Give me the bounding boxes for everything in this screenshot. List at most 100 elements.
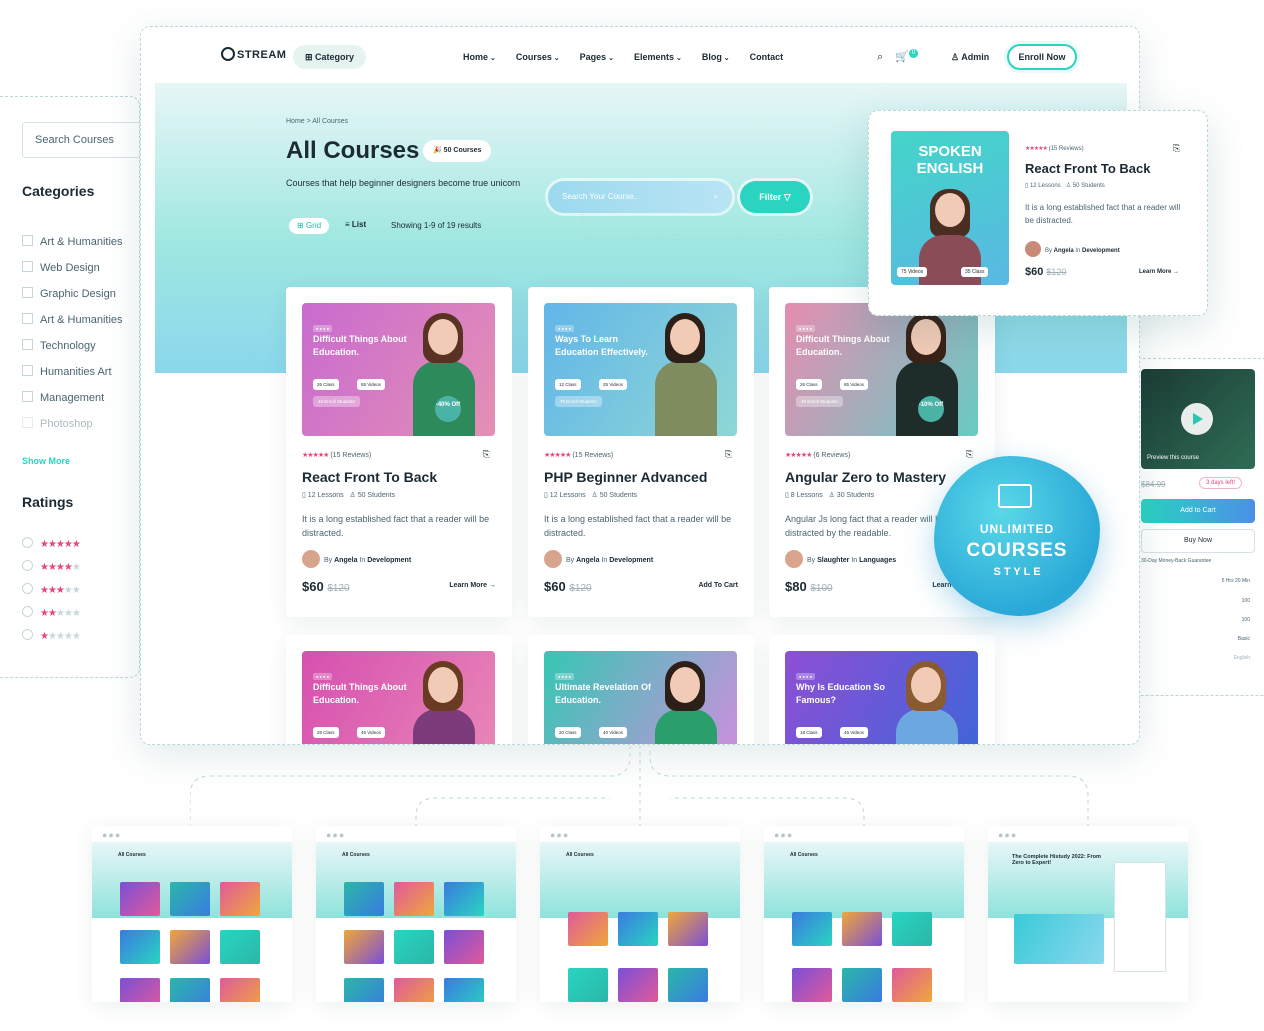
person-image <box>896 661 958 744</box>
thumb-title: All Courses <box>566 852 594 858</box>
show-more-link[interactable]: Show More <box>22 456 70 466</box>
stars: ★★★★★ <box>1025 146 1048 152</box>
grid-view-button[interactable]: ⊞ Grid <box>289 218 330 234</box>
menu-courses[interactable]: Courses <box>516 52 560 62</box>
mini-card <box>394 978 434 1002</box>
course-meta: ▯ 12 Lessons ♙ 50 Students <box>302 492 396 499</box>
bookmark-icon[interactable]: ⎘ <box>1173 143 1180 154</box>
thumb-title: Difficult Things About Education. <box>796 334 890 357</box>
buy-now-button[interactable]: Buy Now <box>1141 529 1255 553</box>
course-card[interactable]: ● ● ● ● Ultimate Revelation Of Education… <box>528 635 754 744</box>
menu-blog[interactable]: Blog <box>702 52 730 62</box>
discount-badge: -40% Off <box>435 396 461 422</box>
mini-card <box>892 912 932 946</box>
breadcrumb[interactable]: Home > All Courses <box>286 118 348 125</box>
course-card[interactable]: ● ● ● ● Ways To Learn Education Effectiv… <box>528 287 754 617</box>
course-thumbnail[interactable]: ● ● ● ● Difficult Things About Education… <box>302 303 495 436</box>
layout-thumbnail[interactable]: ●●● All Courses <box>764 826 964 1002</box>
category-item[interactable]: Art & Humanities <box>22 313 123 326</box>
course-thumbnail[interactable]: ● ● ● ● Why Is Education So Famous? 18 C… <box>785 651 978 744</box>
add-to-cart-button[interactable]: Add to Cart <box>1141 499 1255 523</box>
filter-button[interactable]: Filter ▽ <box>740 181 810 213</box>
search-courses-input[interactable]: Search Courses <box>22 122 150 158</box>
rating-5-option[interactable]: ★★★★★ <box>22 537 81 550</box>
course-thumbnail[interactable]: ● ● ● ● Difficult Things About Education… <box>785 303 978 436</box>
mini-card <box>120 882 160 916</box>
rating-1-option[interactable]: ★★★★★ <box>22 629 81 642</box>
course-thumbnail[interactable]: ● ● ● ● Ways To Learn Education Effectiv… <box>544 303 737 436</box>
category-item[interactable]: Management <box>22 391 104 404</box>
layout-thumbnail[interactable]: ●●● All Courses <box>92 826 292 1002</box>
menu-contact[interactable]: Contact <box>750 52 784 62</box>
course-title[interactable]: React Front To Back <box>302 469 437 485</box>
category-item[interactable]: Technology <box>22 339 96 352</box>
cart-icon[interactable]: 🛒 <box>895 51 909 63</box>
card-action-link[interactable]: Add To Cart <box>698 582 738 589</box>
course-count-badge: 🎉 50 Courses <box>423 140 492 162</box>
mini-card <box>618 912 658 946</box>
thumb-title: Difficult Things About Education. <box>313 334 407 357</box>
category-button[interactable]: ⊞ Category <box>293 45 367 69</box>
category-item[interactable]: Web Design <box>22 261 100 274</box>
menu-elements[interactable]: Elements <box>634 52 682 62</box>
mini-card <box>394 930 434 964</box>
mini-card <box>668 968 708 1002</box>
mini-card <box>568 968 608 1002</box>
card-action-link[interactable]: Learn More → <box>449 582 496 589</box>
category-item[interactable]: Humanities Art <box>22 365 112 378</box>
enroll-students-chip: 40 Enroll Students <box>313 396 360 407</box>
logo[interactable]: STREAM <box>221 47 286 61</box>
menu-home[interactable]: Home <box>463 52 496 62</box>
date-tag: ● ● ● ● <box>555 325 574 332</box>
category-item[interactable]: Photoshop <box>22 417 93 430</box>
admin-link[interactable]: ♙ Admin <box>951 52 989 63</box>
layout-thumbnail[interactable]: ●●● All Courses <box>540 826 740 1002</box>
course-card[interactable]: ● ● ● ● Why Is Education So Famous? 18 C… <box>769 635 995 744</box>
filter-sidebar: Search Courses Categories Art & Humaniti… <box>0 96 150 678</box>
category-item[interactable]: Graphic Design <box>22 287 116 300</box>
rating-2-option[interactable]: ★★★★★ <box>22 606 81 619</box>
thumb-title: All Courses <box>342 852 370 858</box>
enroll-now-button[interactable]: Enroll Now <box>1007 44 1077 70</box>
mini-card <box>792 912 832 946</box>
list-view-button[interactable]: ≡ List <box>345 220 366 229</box>
layout-thumbnail[interactable]: ●●● All Courses <box>316 826 516 1002</box>
person-face <box>935 193 965 227</box>
bookmark-icon[interactable]: ⎘ <box>483 449 490 460</box>
date-tag: ● ● ● ● <box>796 673 815 680</box>
rating-4-option[interactable]: ★★★★★ <box>22 560 81 573</box>
video-preview[interactable]: Preview this course <box>1141 369 1255 469</box>
date-tag: ● ● ● ● <box>796 325 815 332</box>
popup-title[interactable]: React Front To Back <box>1025 161 1150 176</box>
videos-chip: 65 Videos <box>357 379 385 390</box>
category-item[interactable]: Art & Humanities <box>22 235 123 248</box>
course-popup-card[interactable]: SPOKEN ENGLISH 75 Videos 35 Class ★★★★★ … <box>868 110 1208 316</box>
enroll-students-chip: 75 Enroll Students <box>555 396 602 407</box>
filter-icon: ▽ <box>783 192 791 202</box>
play-icon[interactable] <box>1181 403 1213 435</box>
learn-more-link[interactable]: Learn More → <box>1139 269 1179 275</box>
course-thumbnail[interactable]: ● ● ● ● Difficult Things About Education… <box>302 651 495 744</box>
course-card[interactable]: ● ● ● ● Difficult Things About Education… <box>286 287 512 617</box>
mini-card <box>220 882 260 916</box>
menu-pages[interactable]: Pages <box>580 52 614 62</box>
bookmark-icon[interactable]: ⎘ <box>725 449 732 460</box>
rating-3-option[interactable]: ★★★★★ <box>22 583 81 596</box>
course-title[interactable]: Angular Zero to Mastery <box>785 469 946 485</box>
videos-chip: 65 Videos <box>840 379 868 390</box>
layout-thumbnail[interactable]: ●●● The Complete Histudy 2022: From Zero… <box>988 826 1188 1002</box>
mini-card <box>170 882 210 916</box>
search-icon[interactable]: ⌕ <box>877 51 883 63</box>
course-title[interactable]: PHP Beginner Advanced <box>544 469 707 485</box>
course-thumbnail[interactable]: ● ● ● ● Ultimate Revelation Of Education… <box>544 651 737 744</box>
course-card[interactable]: ● ● ● ● Difficult Things About Education… <box>286 635 512 744</box>
class-chip: 20 Class <box>555 727 581 738</box>
list-icon: ≡ <box>345 220 352 229</box>
students-icon: ♙ <box>591 492 600 499</box>
mini-card <box>220 978 260 1002</box>
course-search-input[interactable]: Search Your Course.. ⌕ <box>548 181 732 213</box>
mini-card <box>568 912 608 946</box>
avatar <box>1025 241 1041 257</box>
guarantee-text: 30-Day Money-Back Guarantee <box>1141 558 1212 564</box>
badge-line2: COURSES <box>966 540 1068 561</box>
